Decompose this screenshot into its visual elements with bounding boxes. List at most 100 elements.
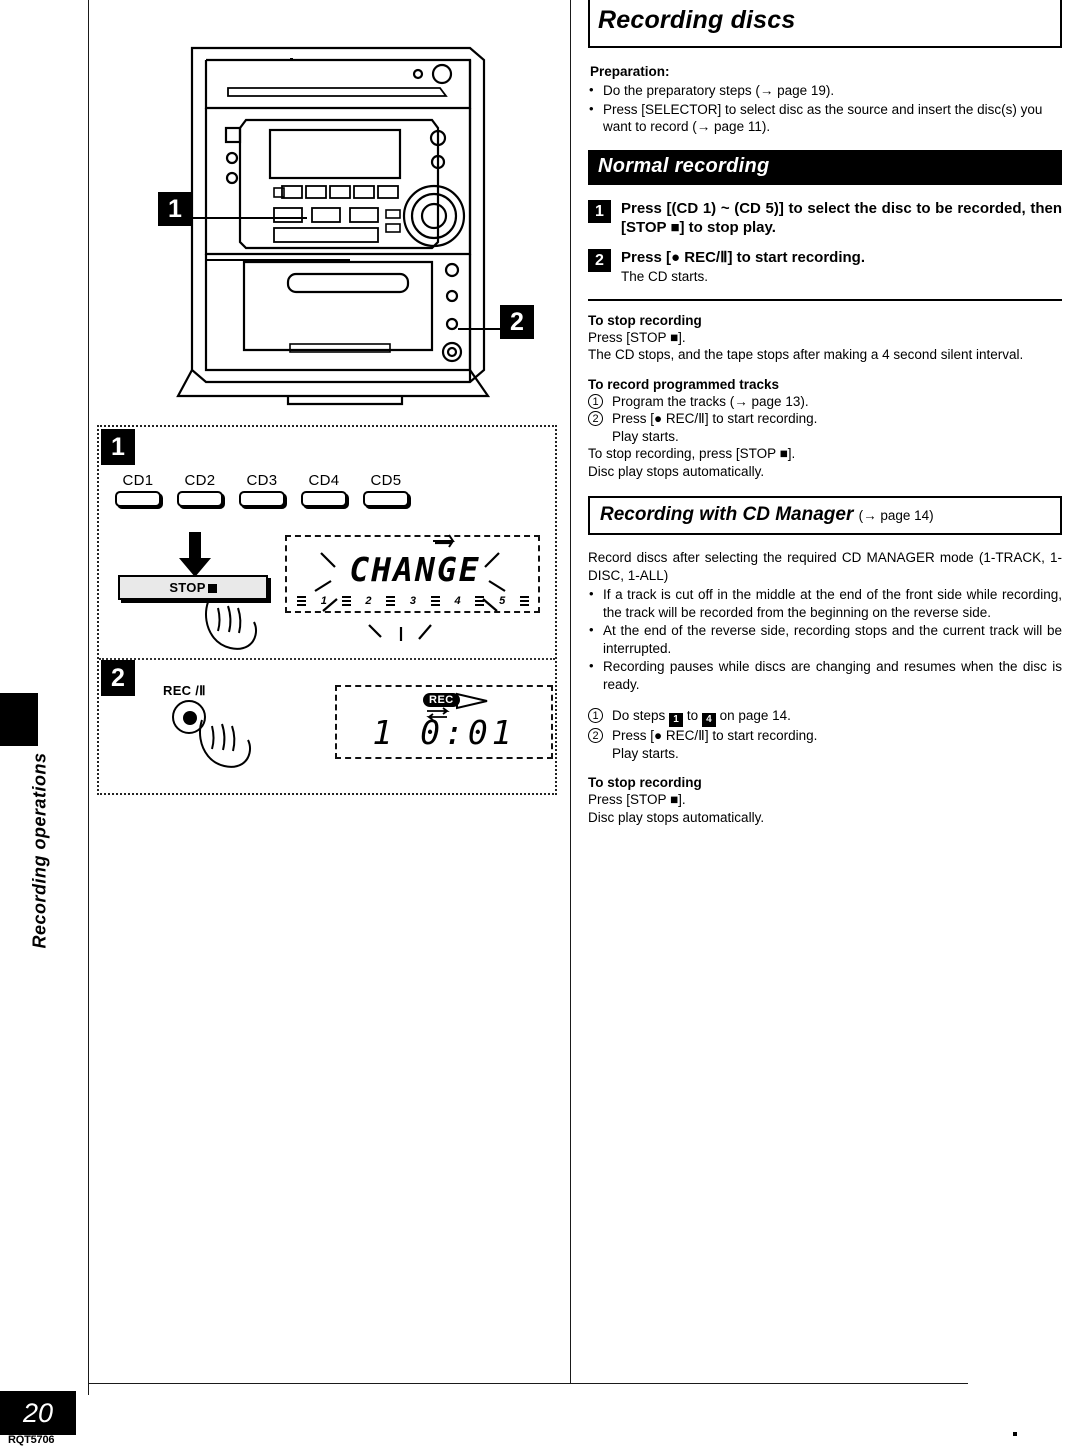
- step-1-number: 1: [588, 199, 611, 223]
- cd-button-4[interactable]: CD4: [301, 472, 347, 507]
- circled-number-2: 2: [588, 411, 603, 426]
- cd-manager-step-2-text: Press [● REC/Ⅱ] to start recording.: [612, 728, 818, 743]
- panel-separator: [99, 658, 555, 660]
- cd-button-3-key[interactable]: [239, 491, 285, 507]
- cd-button-2[interactable]: CD2: [177, 472, 223, 507]
- step-1-text: Press [(CD 1) ~ (CD 5)] to select the di…: [621, 199, 1062, 236]
- cd-manager-step-2: 2 Press [● REC/Ⅱ] to start recording.: [588, 727, 1062, 745]
- stop-button-label: STOP: [169, 580, 206, 595]
- programmed-tracks-stop-line-2: Disc play stops automatically.: [588, 463, 765, 479]
- cd-select-button-row: CD1 CD2 CD3 CD4 CD5: [115, 472, 409, 507]
- play-direction-icon: [456, 692, 488, 710]
- programmed-tracks-item-2-text: Press [● REC/Ⅱ] to start recording.: [612, 411, 818, 426]
- cd-manager-step-list: 1 Do steps 1 to 4 on page 14. 2 Press [●…: [588, 707, 1062, 745]
- cd-button-2-label: CD2: [184, 472, 216, 489]
- cd-button-1-key[interactable]: [115, 491, 161, 507]
- stop-recording-line-2: The CD stops, and the tape stops after m…: [588, 347, 1024, 362]
- page-left-rule: [88, 0, 89, 1395]
- inline-step-badge-to: 4: [701, 713, 716, 727]
- cd-manager-stop-heading: To stop recording: [588, 775, 702, 790]
- cd-button-1[interactable]: CD1: [115, 472, 161, 507]
- page-number: 20: [0, 1391, 76, 1435]
- cd-manager-step-1-mid: to: [686, 708, 699, 723]
- preparation-list: Do the preparatory steps (→ page 19). Pr…: [588, 81, 1062, 136]
- lcd-time-text: 1 0:01: [372, 713, 516, 752]
- hand-pointer-icon-2: [196, 716, 258, 781]
- cd-button-4-key[interactable]: [301, 491, 347, 507]
- column-divider-rule: [570, 0, 571, 1383]
- programmed-tracks-stop-line-1: To stop recording, press [STOP ■].: [588, 446, 796, 461]
- cd-button-5-label: CD5: [370, 472, 402, 489]
- step-2-text: Press [● REC/Ⅱ] to start recording.: [621, 248, 865, 266]
- circled-number-1: 1: [588, 708, 603, 723]
- programmed-tracks-item-1-text: Program the tracks (→ page 13).: [612, 393, 809, 409]
- hand-pointer-icon-1: [202, 598, 264, 663]
- cd-manager-bullet: If a track is cut off in the middle at t…: [588, 585, 1062, 621]
- cd-manager-bullet: At the end of the reverse side, recordin…: [588, 621, 1062, 657]
- scan-artifact-dot: [290, 58, 293, 61]
- registration-mark: [1013, 1432, 1017, 1436]
- blink-rays-glyph: [314, 534, 506, 641]
- section-rule: [588, 298, 1062, 301]
- cd-button-2-key[interactable]: [177, 491, 223, 507]
- inline-step-badge-from: 1: [669, 713, 684, 727]
- cd-button-5-key[interactable]: [363, 491, 409, 507]
- document-code: RQT5706: [8, 1434, 55, 1446]
- callout-badge-2-number: 2: [500, 305, 534, 339]
- programmed-tracks-heading: To record programmed tracks: [588, 376, 780, 392]
- callout-badge-1: 1: [158, 192, 192, 226]
- callout-badge-1-number: 1: [158, 192, 192, 226]
- circled-number-1: 1: [588, 393, 603, 409]
- chapter-tab-marker: [0, 693, 38, 746]
- section-heading-cd-manager: Recording with CD Manager (→ page 14): [588, 496, 1062, 535]
- stereo-system-illustration: [170, 30, 530, 415]
- cd-button-3[interactable]: CD3: [239, 472, 285, 507]
- step-1: 1 Press [(CD 1) ~ (CD 5)] to select the …: [588, 199, 1062, 237]
- stop-button-illustration[interactable]: STOP: [118, 575, 268, 600]
- panel-step-badge-2: 2: [101, 660, 135, 696]
- cd-manager-step-2-sub: Play starts.: [612, 745, 679, 761]
- step-2: 2 Press [● REC/Ⅱ] to start recording. Th…: [588, 248, 1062, 285]
- programmed-tracks-item-2-sub: Play starts.: [612, 428, 679, 444]
- preparation-item: Press [SELECTOR] to select disc as the s…: [588, 100, 1062, 136]
- callout-badge-2: 2: [500, 305, 534, 339]
- rec-button-label: REC /Ⅱ: [163, 683, 206, 698]
- preparation-heading: Preparation:: [590, 64, 670, 79]
- hand-pointer-glyph-1: [205, 601, 257, 650]
- page-title-box: Recording discs: [588, 0, 1062, 48]
- cd-manager-heading-ref: (→ page 14): [858, 508, 934, 523]
- stop-square-icon: [207, 584, 217, 593]
- stop-recording-line-1: Press [STOP ■].: [588, 329, 686, 345]
- cd-manager-step-1: 1 Do steps 1 to 4 on page 14.: [588, 707, 1062, 727]
- blink-rays-icon: [283, 533, 543, 648]
- step-2-number: 2: [588, 248, 611, 272]
- cd-manager-bullet: Recording pauses while discs are changin…: [588, 657, 1062, 693]
- callout-1-leader-horizontal-2: [205, 259, 350, 261]
- callout-2-leader: [458, 328, 503, 330]
- chapter-tab-label: Recording operations: [29, 752, 50, 949]
- cd-manager-heading-text: Recording with CD Manager: [600, 504, 854, 525]
- page-title: Recording discs: [598, 6, 796, 34]
- stop-button-face[interactable]: STOP: [118, 575, 268, 600]
- step-1-body: Press [(CD 1) ~ (CD 5)] to select the di…: [621, 199, 1062, 237]
- circled-number-2: 2: [588, 728, 603, 743]
- callout-1-leader-horizontal: [192, 217, 307, 219]
- cd-manager-stop-line-1: Press [STOP ■].: [588, 792, 686, 807]
- cd-manager-step-1-tail: on page 14.: [719, 708, 791, 723]
- cd-manager-bullet-list: If a track is cut off in the middle at t…: [588, 585, 1062, 693]
- panel-step-badge-1: 1: [101, 429, 135, 465]
- cd-button-3-label: CD3: [246, 472, 278, 489]
- cd-button-5[interactable]: CD5: [363, 472, 409, 507]
- programmed-tracks-list: 1 Program the tracks (→ page 13). 2 Pres…: [588, 393, 1062, 428]
- cd-manager-step-1-text: Do steps: [612, 708, 666, 723]
- cd-manager-intro: Record discs after selecting the require…: [588, 550, 1062, 583]
- programmed-tracks-item-2: 2 Press [● REC/Ⅱ] to start recording.: [588, 410, 1062, 428]
- cd-button-1-label: CD1: [122, 472, 154, 489]
- step-2-subtext: The CD starts.: [621, 268, 709, 284]
- programmed-tracks-item-1: 1 Program the tracks (→ page 13).: [588, 393, 1062, 411]
- stereo-system-drawing: [176, 46, 491, 406]
- stop-recording-heading: To stop recording: [588, 312, 702, 328]
